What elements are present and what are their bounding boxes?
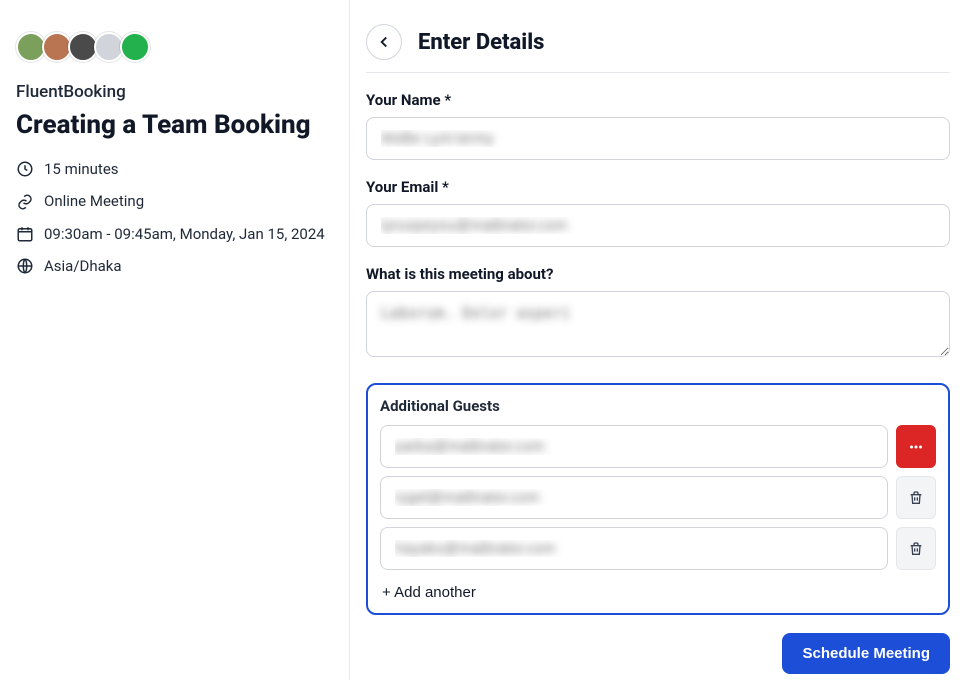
page-title: Enter Details: [418, 30, 544, 55]
header-divider: [366, 72, 950, 73]
about-textarea[interactable]: [366, 291, 950, 357]
arrow-left-icon: [375, 33, 393, 51]
delete-guest-button[interactable]: [896, 476, 936, 519]
email-label: Your Email *: [366, 178, 950, 196]
duration-text: 15 minutes: [44, 159, 119, 179]
guest-row: [380, 476, 936, 519]
name-label: Your Name *: [366, 91, 950, 109]
schedule-meeting-button[interactable]: Schedule Meeting: [782, 633, 950, 674]
guest-row: [380, 425, 936, 468]
calendar-icon: [16, 225, 34, 243]
meta-slot: 09:30am - 09:45am, Monday, Jan 15, 2024: [16, 224, 333, 244]
organization-name: FluentBooking: [16, 82, 333, 102]
slot-text: 09:30am - 09:45am, Monday, Jan 15, 2024: [44, 224, 325, 244]
meta-timezone: Asia/Dhaka: [16, 256, 333, 276]
add-guest-button[interactable]: + Add another: [380, 578, 478, 605]
globe-icon: [16, 257, 34, 275]
guest-email-input[interactable]: [380, 425, 888, 468]
meta-mode: Online Meeting: [16, 191, 333, 211]
meta-duration: 15 minutes: [16, 159, 333, 179]
timezone-text: Asia/Dhaka: [44, 256, 122, 276]
avatar-5: [120, 32, 150, 62]
event-title: Creating a Team Booking: [16, 110, 333, 141]
additional-guests-section: Additional Guests: [366, 383, 950, 615]
name-input[interactable]: [366, 117, 950, 160]
delete-guest-button[interactable]: [896, 527, 936, 570]
guest-email-input[interactable]: [380, 476, 888, 519]
guest-email-input[interactable]: [380, 527, 888, 570]
trash-icon: [908, 490, 924, 506]
dots-icon: [907, 438, 925, 456]
mode-text: Online Meeting: [44, 191, 144, 211]
details-form-panel: Enter Details Your Name * Your Email * W…: [350, 0, 966, 680]
booking-summary-panel: FluentBooking Creating a Team Booking 15…: [0, 0, 350, 680]
team-avatars: [16, 32, 333, 62]
trash-icon: [908, 541, 924, 557]
additional-guests-label: Additional Guests: [380, 397, 936, 415]
guest-row: [380, 527, 936, 570]
delete-guest-button[interactable]: [896, 425, 936, 468]
clock-icon: [16, 160, 34, 178]
email-input[interactable]: [366, 204, 950, 247]
link-icon: [16, 193, 34, 211]
back-button[interactable]: [366, 24, 402, 60]
about-label: What is this meeting about?: [366, 265, 950, 283]
